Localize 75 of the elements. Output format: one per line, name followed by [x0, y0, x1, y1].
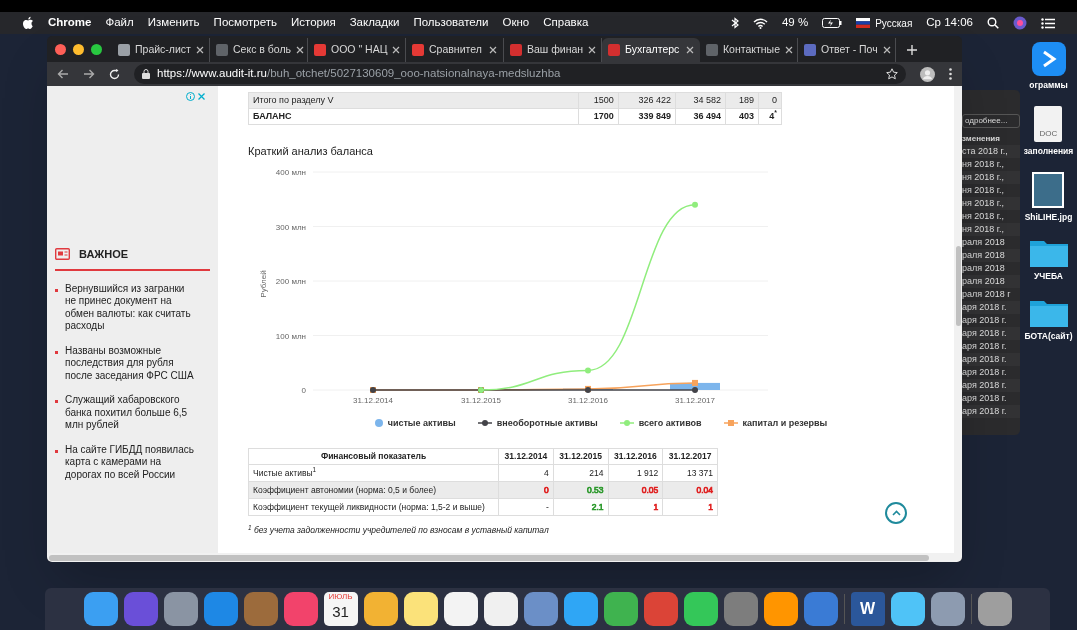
axis-tick-label: 100 млн: [275, 331, 306, 340]
table-cell: 339 849: [618, 108, 676, 125]
table-cell: 0.05: [641, 484, 659, 495]
desktop-icon-label: ShiLIHE.jpg: [1024, 210, 1073, 224]
desktop-icon-label: БОТА(сайт): [1024, 330, 1073, 343]
calendar-month: ИЮЛЬ: [328, 592, 353, 602]
axis-tick-label: 31.12.2017: [675, 395, 715, 405]
axis-title: Рублей: [259, 269, 268, 298]
file-date: ста 2018 г.,: [962, 145, 1020, 158]
url-text: https://www.audit-it.ru/buh_otchet/5027130609_ooo-natsionalnaya-medsluzhba: [157, 66, 561, 82]
table-cell: Чистые активы$^{1}$: [253, 467, 317, 478]
section-title: Краткий анализ баланса: [248, 144, 374, 159]
table-cell: 2.1: [591, 501, 604, 512]
axis-tick-label: 31.12.2015: [461, 395, 501, 405]
table-cell: 13 371: [687, 467, 713, 478]
desktop-icon-label: заполнения: [1023, 144, 1074, 158]
file-date: ня 2018 г.,: [962, 197, 1020, 210]
file-date: аря 2018 г.: [962, 405, 1020, 418]
tab-title: Контактные: [723, 42, 780, 58]
table-cell: 189: [725, 92, 759, 109]
calendar-day: 31: [332, 602, 349, 622]
file-date: аря 2018 г.: [962, 301, 1020, 314]
tab-title: Ответ - Поч: [821, 42, 878, 58]
table-cell: Коэффициент текущей ликвидности (норма: 1,5-2 и выше): [253, 501, 485, 512]
file-date: ня 2018 г.,: [962, 223, 1020, 236]
tab-title: Ваш финан: [527, 42, 584, 58]
column-header: 31.12.2014: [498, 448, 554, 465]
column-header: 31.12.2016: [608, 448, 663, 465]
column-header: Финансовый показатель: [248, 448, 499, 465]
tab-title: Бухгалтерс: [625, 42, 681, 58]
file-date: раля 2018: [962, 275, 1020, 288]
file-date: аря 2018 г.: [962, 379, 1020, 392]
axis-tick-label: 200 млн: [275, 276, 306, 286]
file-type-label: DOC: [1039, 127, 1058, 140]
table-cell: 0: [544, 484, 549, 495]
file-date: ня 2018 г.,: [962, 171, 1020, 184]
table-cell: 1: [653, 501, 659, 512]
tab-title: Сравнител: [429, 42, 483, 58]
desktop-icon-label: УЧЕБА: [1034, 270, 1063, 283]
table-cell: 0.53: [586, 484, 604, 495]
column-header: 31.12.2017: [662, 448, 718, 465]
table-cell: 1500: [578, 92, 619, 109]
table-cell: 1700: [578, 108, 619, 125]
table-cell: 326 422: [618, 92, 676, 109]
tab-title: Секс в боль: [233, 42, 292, 58]
table-cell: 4: [544, 467, 549, 478]
table-cell: 1 912: [636, 467, 659, 478]
tab-title: Прайс-лист: [135, 42, 191, 58]
axis-tick-label: 31.12.2016: [568, 395, 608, 405]
table-cell: 36 494: [675, 108, 726, 125]
axis-tick-label: 300 млн: [275, 222, 306, 231]
table-cell: 4$^{*}$: [758, 108, 782, 125]
table-cell: 0.04: [696, 484, 713, 495]
column-header: зменения: [962, 133, 1001, 145]
tab-title: ООО " НАЦ: [331, 42, 388, 58]
desktop-icon-label: ограммы: [1029, 79, 1068, 92]
section-heading: ВАЖНОЕ: [79, 247, 129, 262]
battery-percent: 49 %: [781, 15, 809, 31]
table-cell: Коэффициент автономии (норма: 0,5 и более): [253, 484, 436, 495]
axis-tick-label: 0: [301, 385, 306, 395]
table-cell: -: [545, 501, 549, 512]
column-header: 31.12.2015: [553, 448, 608, 465]
footnote: $^{1}$ без учета задолженности учредителей по взносам в уставный капитал: [248, 524, 550, 537]
axis-tick-label: 400 млн: [275, 167, 306, 177]
table-cell: 1: [708, 501, 713, 512]
axis-tick-label: 31.12.2014: [353, 395, 393, 405]
table-cell: 403: [725, 108, 759, 125]
file-date: аря 2018 г.: [962, 327, 1020, 340]
table-cell: БАЛАНС: [248, 108, 579, 125]
table-cell: Итого по разделу V: [248, 92, 579, 109]
table-cell: 34 582: [675, 92, 726, 109]
file-date: раля 2018: [962, 249, 1020, 262]
table-cell: 214: [589, 467, 604, 478]
table-cell: 0: [758, 92, 782, 109]
file-date: аря 2018 г.: [962, 353, 1020, 366]
